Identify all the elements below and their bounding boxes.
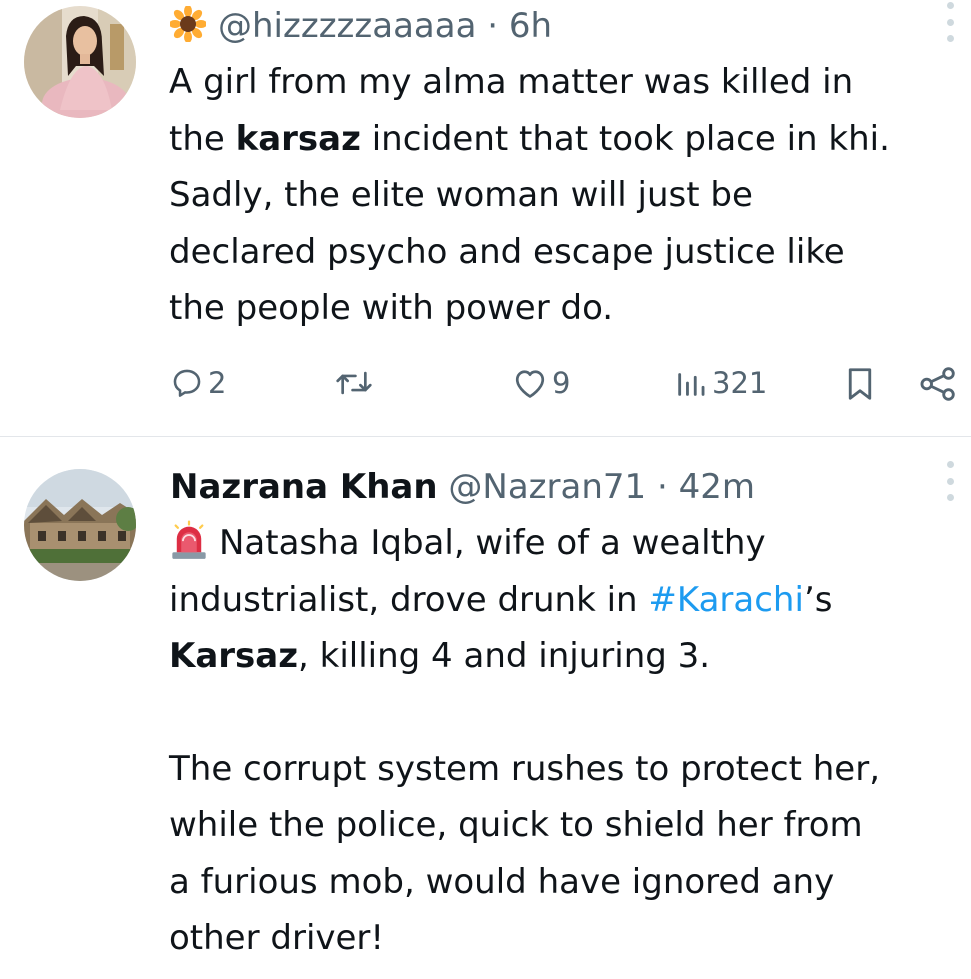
user-handle[interactable]: @hizzzzzaaaaa: [218, 6, 476, 46]
police-siren-emoji-icon: [169, 520, 209, 560]
views-count: 321: [712, 366, 768, 400]
tweet-actions: 2 9 321: [0, 364, 971, 408]
tweet-text-line: industrialist, drove drunk in #Karachi’s: [169, 579, 833, 620]
avatar[interactable]: [24, 6, 136, 118]
tweet-text: Natasha Iqbal, wife of a wealthy industr…: [169, 515, 967, 967]
user-handle[interactable]: @Nazran71: [448, 467, 646, 507]
repost-icon: [336, 371, 372, 395]
tweet-text: A girl from my alma matter was killed in…: [169, 54, 967, 337]
tweet-text-line: Sadly, the elite woman will just be: [169, 175, 753, 215]
views-button[interactable]: 321: [674, 366, 767, 400]
share-icon: [920, 367, 955, 401]
separator-dot: ·: [656, 467, 668, 507]
views-chart-icon: [678, 373, 705, 396]
tweet-header: @hizzzzzaaaaa · 6h: [169, 5, 552, 46]
like-button[interactable]: 9: [512, 366, 570, 400]
tweet-text-line: Natasha Iqbal, wife of a wealthy: [169, 515, 967, 572]
tweet-text-line: the people with power do.: [169, 288, 614, 328]
tweet-text-line: while the police, quick to shield her fr…: [169, 805, 863, 845]
keyword-bold: Karsaz: [169, 636, 299, 676]
bookmark-button[interactable]: [844, 366, 876, 402]
tweet-header: Nazrana Khan @Nazran71 · 42m: [170, 467, 755, 507]
tweet-text-line: other driver!: [169, 918, 385, 958]
share-button[interactable]: [918, 366, 958, 402]
more-options-icon[interactable]: [944, 2, 956, 42]
reply-icon: [173, 369, 201, 397]
heart-icon: [515, 370, 545, 398]
timestamp[interactable]: 42m: [679, 467, 755, 507]
hashtag-link[interactable]: #Karachi: [648, 580, 804, 620]
tweet-text-line: declared psycho and escape justice like: [169, 231, 845, 272]
tweet-text-line: the karsaz incident that took place in k…: [169, 118, 890, 159]
more-options-icon[interactable]: [944, 461, 956, 501]
reply-button[interactable]: 2: [170, 366, 226, 400]
tweet-1[interactable]: @hizzzzzaaaaa · 6h A girl from my alma m…: [0, 0, 971, 436]
sunflower-emoji-icon: [169, 5, 207, 43]
repost-button[interactable]: [334, 366, 378, 400]
separator-dot: ·: [487, 6, 499, 46]
keyword-bold: karsaz: [235, 118, 361, 159]
like-count: 9: [552, 366, 571, 400]
tweet-text-line: The corrupt system rushes to protect her…: [169, 748, 881, 789]
display-name[interactable]: Nazrana Khan: [170, 467, 438, 507]
reply-count: 2: [208, 366, 227, 400]
timestamp[interactable]: 6h: [509, 6, 552, 46]
bookmark-icon: [848, 368, 872, 400]
tweet-text-line: A girl from my alma matter was killed in: [169, 62, 854, 102]
tweet-text-line: Karsaz, killing 4 and injuring 3.: [169, 636, 711, 676]
tweet-2[interactable]: Nazrana Khan @Nazran71 · 42m Natasha Iqb…: [0, 437, 971, 979]
avatar[interactable]: [24, 469, 136, 581]
tweet-text-line: a furious mob, would have ignored any: [169, 861, 835, 902]
